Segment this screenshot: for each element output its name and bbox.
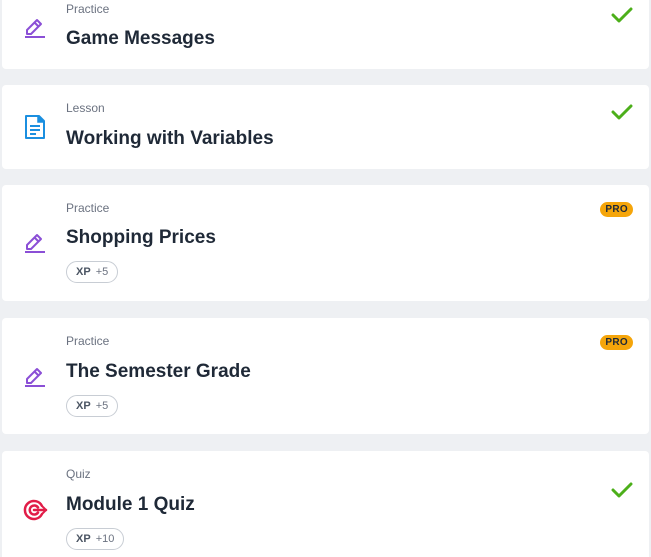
xp-chip: XP +10: [66, 528, 125, 550]
target-quiz-icon: [22, 497, 48, 523]
xp-chip: XP +5: [66, 261, 119, 283]
list-item-shopping-prices[interactable]: Practice Shopping Prices PRO XP +5: [2, 185, 649, 301]
list-item-working-with-variables[interactable]: Lesson Working with Variables: [2, 85, 649, 169]
item-title: Game Messages: [66, 28, 215, 49]
pro-badge: PRO: [600, 202, 633, 217]
item-type-label: Quiz: [66, 467, 91, 481]
xp-label: XP: [76, 533, 91, 545]
check-icon: [611, 103, 633, 121]
xp-label: XP: [76, 266, 91, 278]
pencil-practice-icon: [22, 229, 48, 255]
pencil-practice-icon: [22, 363, 48, 389]
lesson-list: Practice Game Messages Lesson Working wi…: [0, 0, 651, 557]
item-type-label: Practice: [66, 201, 110, 215]
check-icon: [611, 6, 633, 24]
list-item-game-messages[interactable]: Practice Game Messages: [2, 0, 649, 69]
item-type-label: Practice: [66, 334, 110, 348]
list-item-the-semester-grade[interactable]: Practice The Semester Grade PRO XP +5: [2, 318, 649, 434]
xp-value: +5: [95, 400, 109, 412]
xp-value: +10: [95, 533, 115, 545]
xp-label: XP: [76, 400, 91, 412]
item-title: Module 1 Quiz: [66, 494, 195, 515]
xp-value: +5: [95, 266, 109, 278]
item-title: Working with Variables: [66, 128, 274, 149]
item-type-label: Practice: [66, 2, 110, 16]
item-title: The Semester Grade: [66, 361, 251, 382]
xp-chip: XP +5: [66, 395, 119, 417]
item-type-label: Lesson: [66, 101, 105, 115]
item-title: Shopping Prices: [66, 227, 216, 248]
pencil-practice-icon: [22, 14, 48, 40]
document-lesson-icon: [22, 114, 48, 140]
list-item-module-1-quiz[interactable]: Quiz Module 1 Quiz XP +10: [2, 451, 649, 557]
check-icon: [611, 481, 633, 499]
pro-badge: PRO: [600, 335, 633, 350]
